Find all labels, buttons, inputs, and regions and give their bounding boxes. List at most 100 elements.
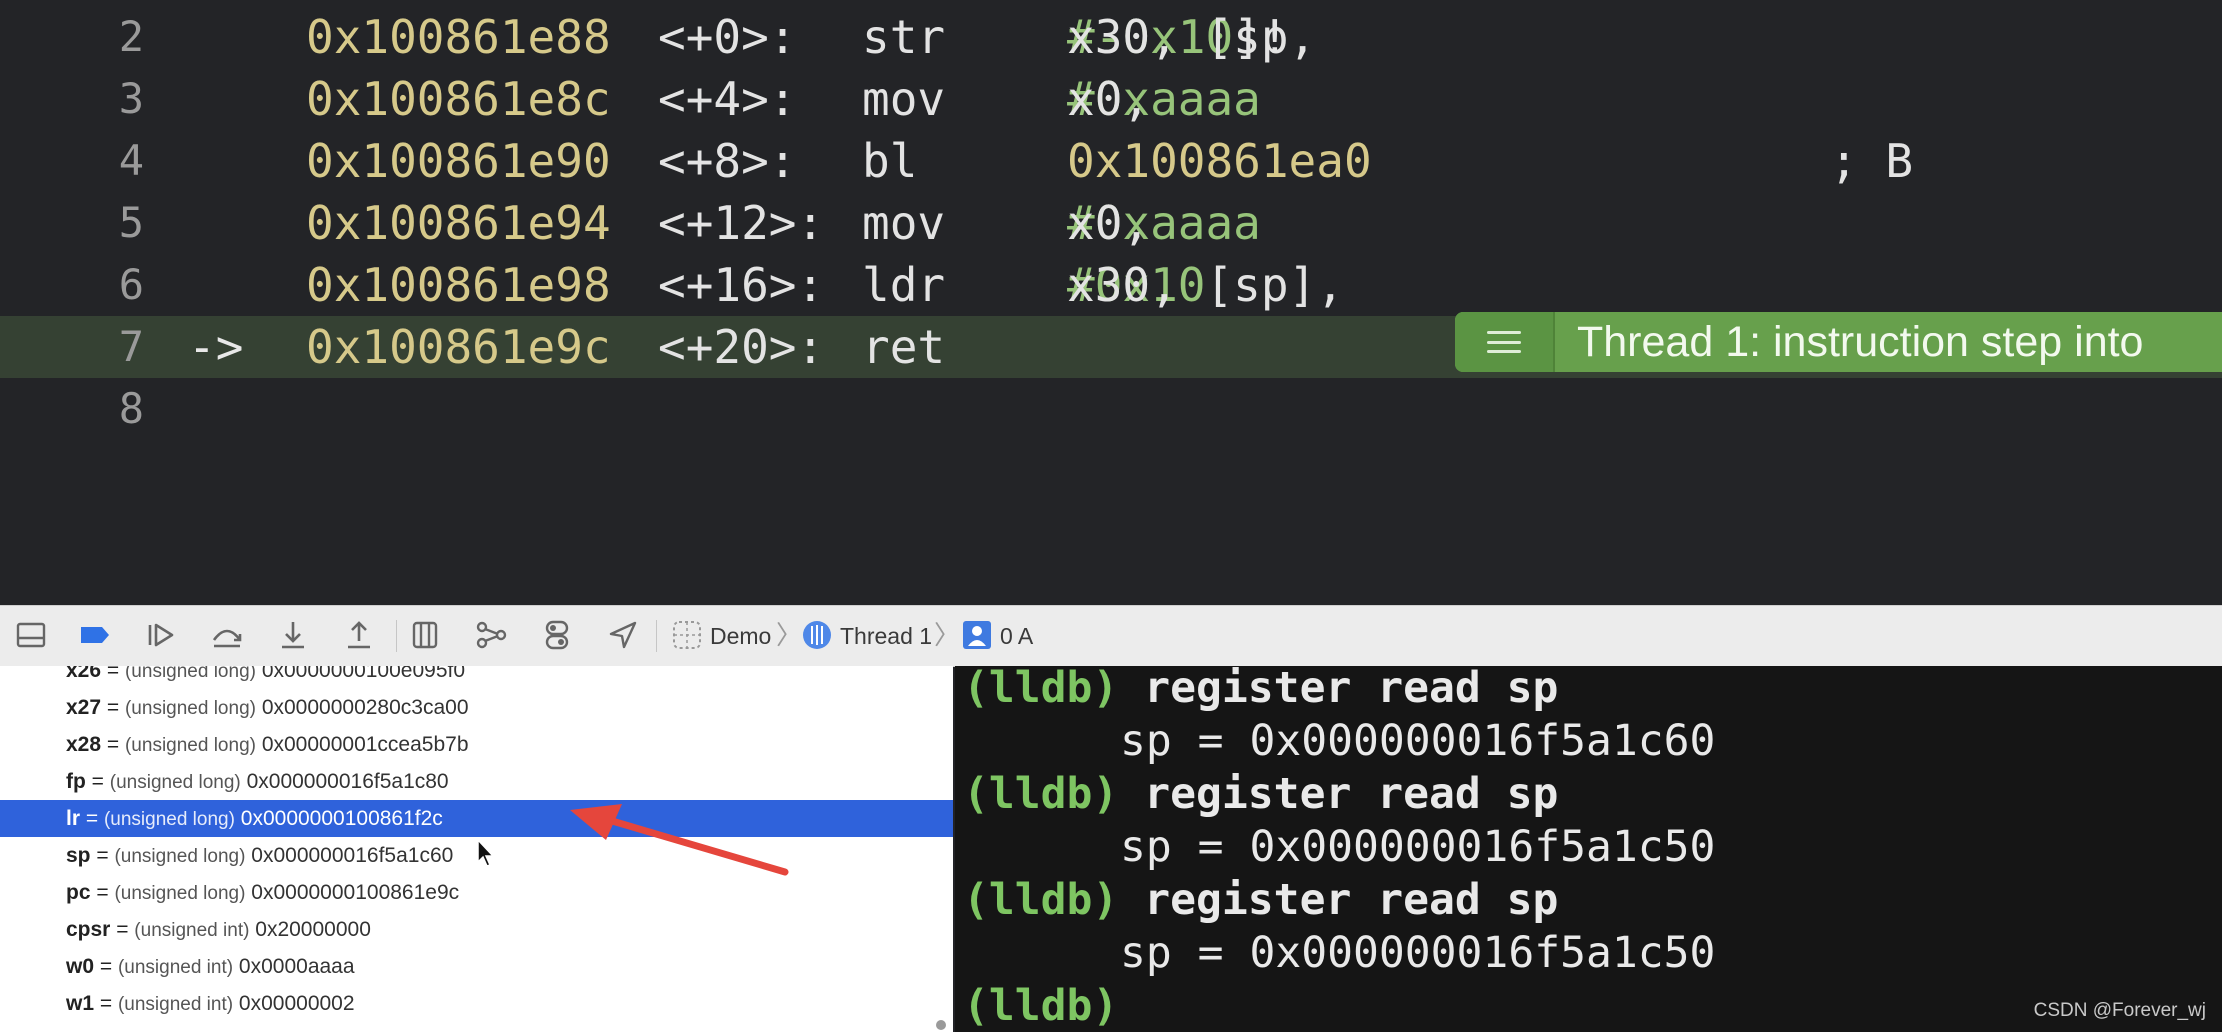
breakpoints-toggle-icon[interactable] [78, 618, 112, 652]
variables-scroll-indicator[interactable] [936, 1020, 946, 1030]
variable-row-cpsr[interactable]: cpsr = (unsigned int) 0x20000000 [0, 911, 953, 948]
variable-value: 0x0000000100861f2c [240, 807, 443, 830]
variable-name: w1 [66, 992, 95, 1015]
thread-icon [800, 618, 834, 652]
hide-debug-area-icon[interactable] [14, 618, 48, 652]
step-out-icon[interactable] [342, 618, 376, 652]
step-over-icon[interactable] [210, 618, 244, 652]
continue-icon[interactable] [144, 618, 178, 652]
variable-value: 0x00000002 [238, 992, 355, 1015]
variable-entry: w1 = (unsigned int) 0x00000002 [66, 992, 355, 1015]
variable-row-lr[interactable]: lr = (unsigned long) 0x0000000100861f2c [0, 800, 953, 837]
variable-row-w2[interactable]: w2 = (unsigned int) 0x00000000 [0, 1022, 953, 1032]
variable-entry: w2 = (unsigned int) 0x00000000 [66, 1022, 355, 1032]
operand-token: x30, [sp, [1067, 10, 1344, 64]
variable-entry: x27 = (unsigned long) 0x0000000280c3ca00 [66, 696, 469, 719]
instruction-operands: x30, [sp], #0x10 [1067, 254, 1344, 316]
instruction-mnemonic: ldr [862, 258, 946, 312]
variable-entry: lr = (unsigned long) 0x0000000100861f2c [66, 807, 443, 830]
variable-type: (unsigned long) [114, 883, 246, 904]
variable-value: 0x0000000100861e9c [251, 881, 460, 904]
variable-type: (unsigned int) [117, 994, 234, 1015]
target-app-icon [670, 618, 704, 652]
variable-row-pc[interactable]: pc = (unsigned long) 0x0000000100861e9c [0, 874, 953, 911]
instruction-operands: x30, [sp, #-0x10]! [1067, 6, 1316, 68]
variable-name: sp [66, 844, 91, 867]
variable-entry: w0 = (unsigned int) 0x0000aaaa [66, 955, 355, 978]
variable-value: 0x0000000100e095f0 [261, 666, 466, 682]
variable-type: (unsigned long) [109, 772, 241, 793]
variable-entry: x28 = (unsigned long) 0x00000001ccea5b7b [66, 733, 469, 756]
console-command: register read sp [1144, 875, 1559, 925]
operand-token: ]! [1233, 10, 1289, 64]
variable-type: (unsigned long) [103, 809, 235, 830]
variable-entry: pc = (unsigned long) 0x0000000100861e9c [66, 881, 460, 904]
variable-row-x28[interactable]: x28 = (unsigned long) 0x00000001ccea5b7b [0, 726, 953, 763]
instruction-mnemonic: bl [862, 134, 918, 188]
variable-value: 0x0000aaaa [238, 955, 355, 978]
simulate-location-icon[interactable] [606, 618, 640, 652]
variable-row-x26[interactable]: x26 = (unsigned long) 0x0000000100e095f0 [0, 666, 953, 689]
variable-type: (unsigned long) [124, 698, 256, 719]
variable-value: 0x000000016f5a1c80 [246, 770, 449, 793]
disassembly-line[interactable]: 8 [0, 378, 2222, 440]
disassembly-line[interactable]: 6 0x100861e98 <+16>: ldr x30, [sp], #0x10 [0, 254, 2222, 316]
lldb-prompt: (lldb) [963, 769, 1119, 819]
instruction-operands: x0, #0xaaaa [1067, 192, 1261, 254]
disassembly-line[interactable]: 2 0x100861e88 <+0>: str x30, [sp, #-0x10]! [0, 6, 2222, 68]
console-command-line: (lldb) register read sp [963, 666, 1558, 714]
instruction-mnemonic: mov [862, 72, 946, 126]
instruction-address: 0x100861e8c [306, 72, 611, 126]
memory-graph-icon[interactable] [474, 618, 508, 652]
instruction-offset: <+4>: [658, 72, 797, 126]
instruction-comment: ; B [1830, 134, 1914, 188]
variable-entry: cpsr = (unsigned int) 0x20000000 [66, 918, 371, 941]
variable-row-w1[interactable]: w1 = (unsigned int) 0x00000002 [0, 985, 953, 1022]
console-output: sp = 0x000000016f5a1c60 [1120, 716, 1716, 766]
breadcrumb-frame[interactable]: 0 A [1000, 620, 1033, 652]
mouse-cursor-icon [477, 838, 495, 867]
variable-name: w0 [66, 955, 95, 978]
instruction-mnemonic: str [862, 10, 946, 64]
variable-value: 0x000000016f5a1c60 [251, 844, 454, 867]
instruction-address: 0x100861e9c [306, 320, 611, 374]
variable-entry: x26 = (unsigned long) 0x0000000100e095f0 [66, 666, 465, 690]
variable-name: pc [66, 881, 91, 904]
variable-type: (unsigned int) [134, 920, 250, 941]
console-input-line[interactable]: (lldb) [963, 980, 1118, 1032]
watermark: CSDN @Forever_wj [2033, 1000, 2206, 1021]
line-number: 2 [118, 12, 144, 61]
step-into-icon[interactable] [276, 618, 310, 652]
variable-type: (unsigned int) [117, 957, 234, 978]
disassembly-line[interactable]: 4 0x100861e90 <+8>: bl 0x100861ea0 ; B [0, 130, 2222, 192]
variable-name: cpsr [66, 918, 111, 941]
console-output: sp = 0x000000016f5a1c50 [1120, 822, 1716, 872]
disassembly-line[interactable]: 3 0x100861e8c <+4>: mov x0, #0xaaaa [0, 68, 2222, 130]
variable-row-w0[interactable]: w0 = (unsigned int) 0x0000aaaa [0, 948, 953, 985]
lldb-prompt: (lldb) [963, 981, 1119, 1031]
variable-value: 0x0000000280c3ca00 [261, 696, 469, 719]
console-command-line: (lldb) register read sp [963, 768, 1558, 820]
instruction-offset: <+0>: [658, 10, 797, 64]
breadcrumb-thread[interactable]: Thread 1 [840, 620, 932, 652]
line-number: 4 [118, 136, 144, 185]
lldb-console[interactable]: (lldb) register read sp sp = 0x000000016f… [955, 666, 2222, 1032]
disassembly-editor: 2 0x100861e88 <+0>: str x30, [sp, #-0x10]! 3 0… [0, 0, 2222, 605]
instruction-mnemonic: mov [862, 196, 946, 250]
instruction-address: 0x100861e90 [306, 134, 611, 188]
operand-token: x30, [sp], [1067, 258, 1372, 312]
variable-type: (unsigned long) [124, 735, 256, 756]
console-command: register read sp [1144, 769, 1559, 819]
variable-entry: sp = (unsigned long) 0x000000016f5a1c60 [66, 844, 454, 867]
thread-status-badge[interactable]: Thread 1: instruction step into [1455, 312, 2222, 372]
variable-row-fp[interactable]: fp = (unsigned long) 0x000000016f5a1c80 [0, 763, 953, 800]
disassembly-line[interactable]: 5 0x100861e94 <+12>: mov x0, #0xaaaa [0, 192, 2222, 254]
instruction-address: 0x100861e94 [306, 196, 611, 250]
badge-menu-icon[interactable] [1455, 312, 1555, 372]
variable-name: x27 [66, 696, 102, 719]
environment-overrides-icon[interactable] [540, 618, 574, 652]
view-hierarchy-icon[interactable] [408, 618, 442, 652]
variable-row-x27[interactable]: x27 = (unsigned long) 0x0000000280c3ca00 [0, 689, 953, 726]
instruction-offset: <+8>: [658, 134, 797, 188]
breadcrumb-target[interactable]: Demo [710, 620, 771, 652]
